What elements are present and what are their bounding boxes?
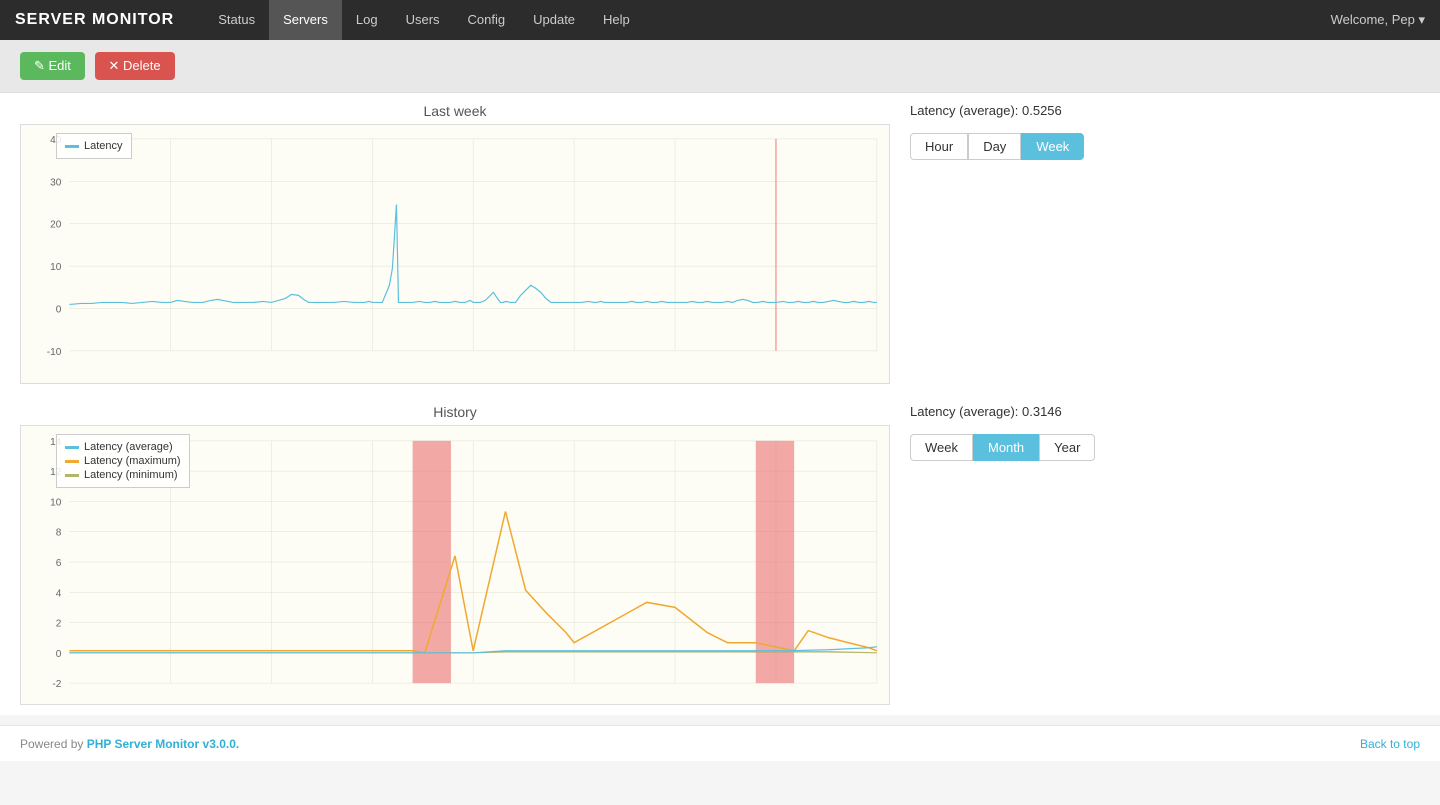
- nav-help[interactable]: Help: [589, 0, 644, 40]
- svg-text:6: 6: [56, 558, 62, 569]
- svg-text:4: 4: [56, 588, 62, 599]
- legend-item-max: Latency (maximum): [65, 455, 181, 467]
- weekly-legend-item: Latency: [65, 140, 123, 152]
- svg-text:10: 10: [50, 262, 62, 273]
- year-button[interactable]: Year: [1039, 434, 1095, 461]
- brand: SERVER MONITOR: [15, 11, 174, 29]
- day-button[interactable]: Day: [968, 133, 1021, 160]
- legend-color-max: [65, 460, 79, 463]
- weekly-chart-container: Last week Latency: [20, 103, 890, 384]
- legend-label-min: Latency (minimum): [84, 469, 178, 481]
- weekly-legend: Latency: [56, 133, 132, 159]
- navbar: SERVER MONITOR Status Servers Log Users …: [0, 0, 1440, 40]
- history-chart-container: History Latency (average) Latency (maxim…: [20, 404, 890, 705]
- nav-log[interactable]: Log: [342, 0, 392, 40]
- footer-link[interactable]: PHP Server Monitor v3.0.0.: [87, 737, 240, 751]
- week-hist-button[interactable]: Week: [910, 434, 973, 461]
- legend-color-min: [65, 474, 79, 477]
- nav-users[interactable]: Users: [392, 0, 454, 40]
- weekly-svg: 40 30 20 10 0 -10: [21, 125, 889, 384]
- weekly-time-buttons: Hour Day Week: [910, 133, 1110, 160]
- legend-label-avg: Latency (average): [84, 441, 173, 453]
- legend-item-avg: Latency (average): [65, 441, 181, 453]
- legend-color-avg: [65, 446, 79, 449]
- week-button[interactable]: Week: [1021, 133, 1084, 160]
- footer: Powered by PHP Server Monitor v3.0.0. Ba…: [0, 725, 1440, 761]
- legend-label-latency: Latency: [84, 140, 123, 152]
- legend-color-latency: [65, 145, 79, 148]
- weekly-chart-area: Latency: [20, 124, 890, 384]
- svg-text:20: 20: [50, 220, 62, 231]
- history-chart-section: History Latency (average) Latency (maxim…: [0, 394, 1440, 715]
- month-button[interactable]: Month: [973, 434, 1039, 461]
- nav-links: Status Servers Log Users Config Update H…: [204, 0, 1330, 40]
- svg-text:-2: -2: [52, 679, 61, 690]
- hour-button[interactable]: Hour: [910, 133, 968, 160]
- footer-right: Back to top: [1360, 736, 1420, 751]
- main-content: ✎ Edit ✕ Delete Last week Latency: [0, 40, 1440, 715]
- back-to-top-link[interactable]: Back to top: [1360, 737, 1420, 751]
- delete-button[interactable]: ✕ Delete: [95, 52, 175, 80]
- svg-text:2: 2: [56, 619, 62, 630]
- weekly-chart-side: Latency (average): 0.5256 Hour Day Week: [910, 103, 1110, 160]
- footer-text: Powered by: [20, 737, 87, 751]
- history-time-buttons: Week Month Year: [910, 434, 1110, 461]
- history-chart-area: Latency (average) Latency (maximum) Late…: [20, 425, 890, 705]
- svg-text:30: 30: [50, 177, 62, 188]
- svg-text:-10: -10: [47, 347, 62, 358]
- welcome-text: Welcome, Pep ▾: [1331, 12, 1425, 28]
- svg-text:10: 10: [50, 497, 62, 508]
- history-stat: Latency (average): 0.3146: [910, 404, 1110, 419]
- weekly-chart-section: Last week Latency: [0, 93, 1440, 394]
- edit-button[interactable]: ✎ Edit: [20, 52, 85, 80]
- history-legend: Latency (average) Latency (maximum) Late…: [56, 434, 190, 488]
- history-chart-title: History: [20, 404, 890, 420]
- svg-text:0: 0: [56, 649, 62, 660]
- toolbar: ✎ Edit ✕ Delete: [0, 40, 1440, 93]
- svg-text:0: 0: [56, 305, 62, 316]
- weekly-stat: Latency (average): 0.5256: [910, 103, 1110, 118]
- nav-status[interactable]: Status: [204, 0, 269, 40]
- svg-text:8: 8: [56, 528, 62, 539]
- footer-left: Powered by PHP Server Monitor v3.0.0.: [20, 737, 239, 751]
- history-chart-side: Latency (average): 0.3146 Week Month Yea…: [910, 404, 1110, 461]
- nav-config[interactable]: Config: [454, 0, 520, 40]
- weekly-chart-title: Last week: [20, 103, 890, 119]
- nav-update[interactable]: Update: [519, 0, 589, 40]
- legend-item-min: Latency (minimum): [65, 469, 181, 481]
- nav-servers[interactable]: Servers: [269, 0, 342, 40]
- legend-label-max: Latency (maximum): [84, 455, 181, 467]
